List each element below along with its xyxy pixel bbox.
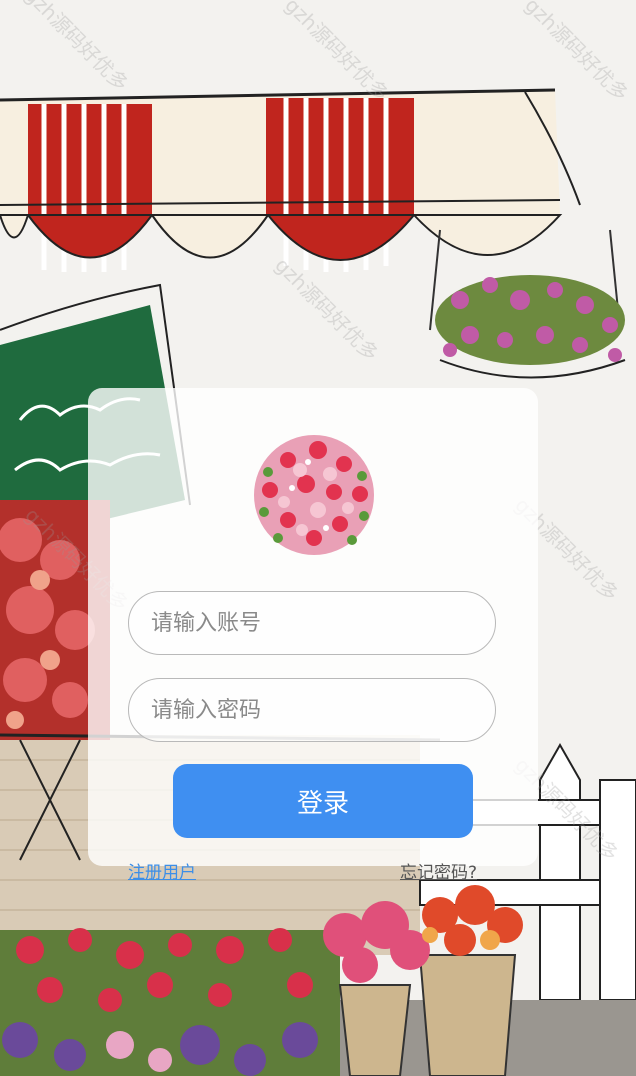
register-link[interactable]: 注册用户 bbox=[128, 858, 196, 883]
login-button[interactable]: 登录 bbox=[173, 764, 473, 838]
account-input[interactable] bbox=[128, 591, 496, 655]
password-input[interactable] bbox=[128, 678, 496, 742]
forgot-password-link[interactable]: 忘记密码? bbox=[400, 858, 477, 883]
flower-bouquet-logo bbox=[254, 435, 374, 555]
flower-beds bbox=[0, 928, 340, 1076]
